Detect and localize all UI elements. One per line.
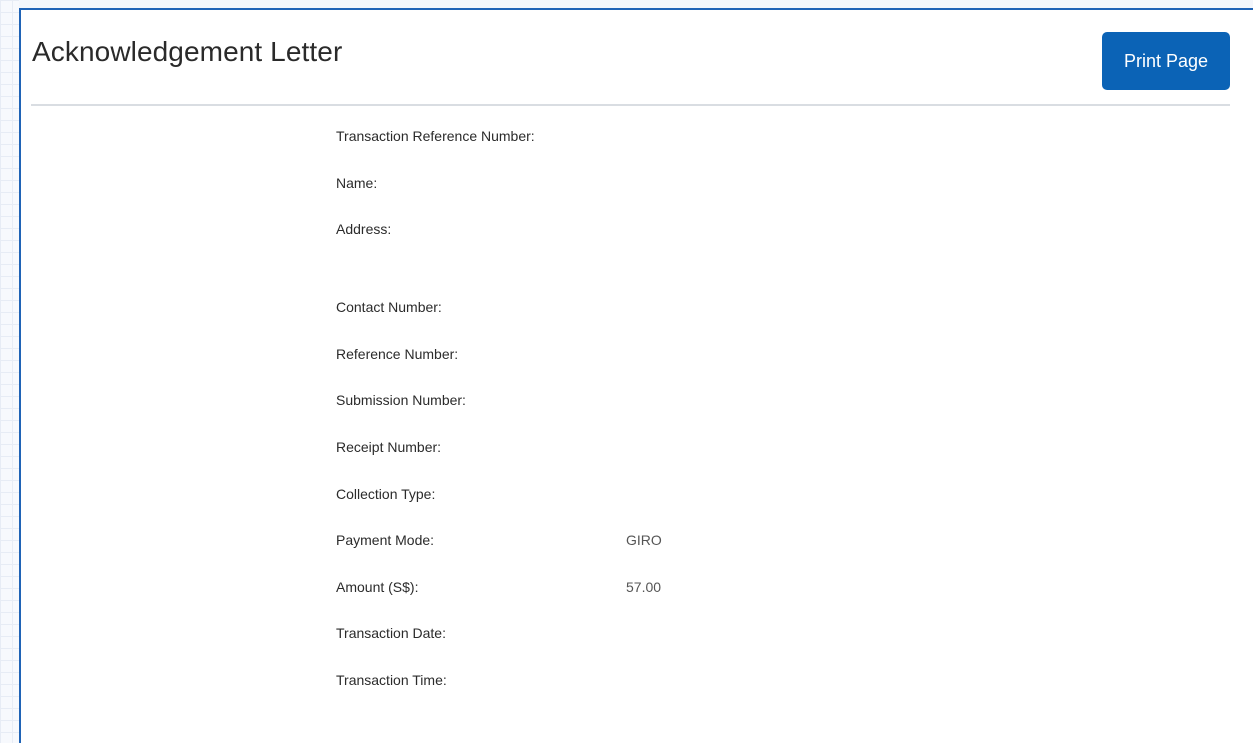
detail-label: Address: bbox=[336, 221, 392, 237]
detail-row-receipt-number: Receipt Number: bbox=[336, 439, 1036, 463]
detail-row-name: Name: bbox=[336, 175, 1036, 199]
header-divider bbox=[31, 104, 1230, 106]
detail-row-reference-number: Reference Number: bbox=[336, 346, 1036, 370]
detail-row-transaction-reference-number: Transaction Reference Number: bbox=[336, 128, 1036, 152]
detail-label: Amount (S$): bbox=[336, 579, 419, 595]
detail-row-amount: Amount (S$): 57.00 bbox=[336, 579, 1036, 603]
acknowledgement-panel: Acknowledgement Letter Print Page Transa… bbox=[19, 8, 1253, 743]
print-page-button[interactable]: Print Page bbox=[1102, 32, 1230, 90]
background-grid bbox=[0, 0, 19, 743]
detail-label: Collection Type: bbox=[336, 486, 436, 502]
detail-label: Transaction Reference Number: bbox=[336, 128, 535, 144]
detail-row-transaction-time: Transaction Time: bbox=[336, 672, 1036, 696]
detail-value: 57.00 bbox=[626, 579, 662, 595]
page-title: Acknowledgement Letter bbox=[32, 36, 343, 67]
detail-row-transaction-date: Transaction Date: bbox=[336, 625, 1036, 649]
detail-row-collection-type: Collection Type: bbox=[336, 486, 1036, 510]
detail-row-submission-number: Submission Number: bbox=[336, 392, 1036, 416]
detail-value: GIRO bbox=[626, 532, 662, 548]
detail-label: Receipt Number: bbox=[336, 439, 442, 455]
detail-label: Contact Number: bbox=[336, 299, 442, 315]
detail-label: Payment Mode: bbox=[336, 532, 435, 548]
detail-label: Name: bbox=[336, 175, 378, 191]
detail-row-address: Address: bbox=[336, 221, 1036, 245]
detail-label: Submission Number: bbox=[336, 392, 466, 408]
detail-label: Transaction Time: bbox=[336, 672, 447, 688]
detail-label: Reference Number: bbox=[336, 346, 459, 362]
detail-row-contact-number: Contact Number: bbox=[336, 299, 1036, 323]
detail-label: Transaction Date: bbox=[336, 625, 446, 641]
detail-row-payment-mode: Payment Mode: GIRO bbox=[336, 532, 1036, 556]
